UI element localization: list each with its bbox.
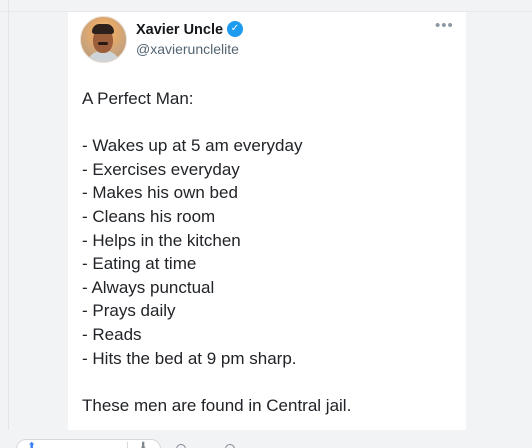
verified-badge-icon: ✓	[227, 21, 243, 37]
tweet-list-item: - Wakes up at 5 am everyday	[82, 136, 303, 156]
share-metric[interactable]	[225, 443, 239, 448]
tweet-text: A Perfect Man: - Wakes up at 5 am everyd…	[82, 87, 442, 417]
tweet-list-item: - Reads	[82, 324, 142, 344]
bottom-action-bar: ⬆ ⬇	[0, 430, 532, 448]
tweet-list-item: - Exercises everyday	[82, 159, 240, 179]
avatar-hair-shape	[92, 24, 114, 34]
share-icon	[225, 443, 235, 448]
tweet-list-item: - Helps in the kitchen	[82, 230, 241, 250]
vote-divider	[127, 442, 128, 448]
tweet-list-item: - Eating at time	[82, 254, 197, 274]
tweet-punchline: These men are found in Central jail.	[82, 395, 352, 415]
tweet-list-item: - Always punctual	[82, 277, 215, 297]
author-name[interactable]: Xavier Uncle	[136, 21, 223, 39]
upvote-icon[interactable]: ⬆	[27, 442, 37, 448]
comment-icon	[176, 443, 186, 448]
tweet-list-item: - Cleans his room	[82, 206, 216, 226]
embedded-tweet[interactable]: Xavier Uncle ✓ @xavierunclelite ••• A Pe…	[68, 12, 466, 430]
tweet-list-item: - Makes his own bed	[82, 183, 238, 203]
author-handle[interactable]: @xavierunclelite	[136, 40, 239, 58]
comment-metric[interactable]	[176, 443, 190, 448]
screenshot-page: Xavier Uncle ✓ @xavierunclelite ••• A Pe…	[0, 0, 532, 448]
avatar-mustache-shape	[98, 42, 108, 45]
more-horizontal-icon[interactable]: •••	[435, 18, 453, 33]
left-divider	[8, 0, 9, 448]
tweet-heading: A Perfect Man:	[82, 89, 194, 108]
tweet-list-item: - Prays daily	[82, 301, 176, 321]
author-avatar[interactable]	[80, 16, 127, 63]
downvote-icon[interactable]: ⬇	[139, 442, 147, 448]
vote-pill[interactable]: ⬆ ⬇	[16, 439, 161, 448]
tweet-list-item: - Hits the bed at 9 pm sharp.	[82, 348, 297, 368]
